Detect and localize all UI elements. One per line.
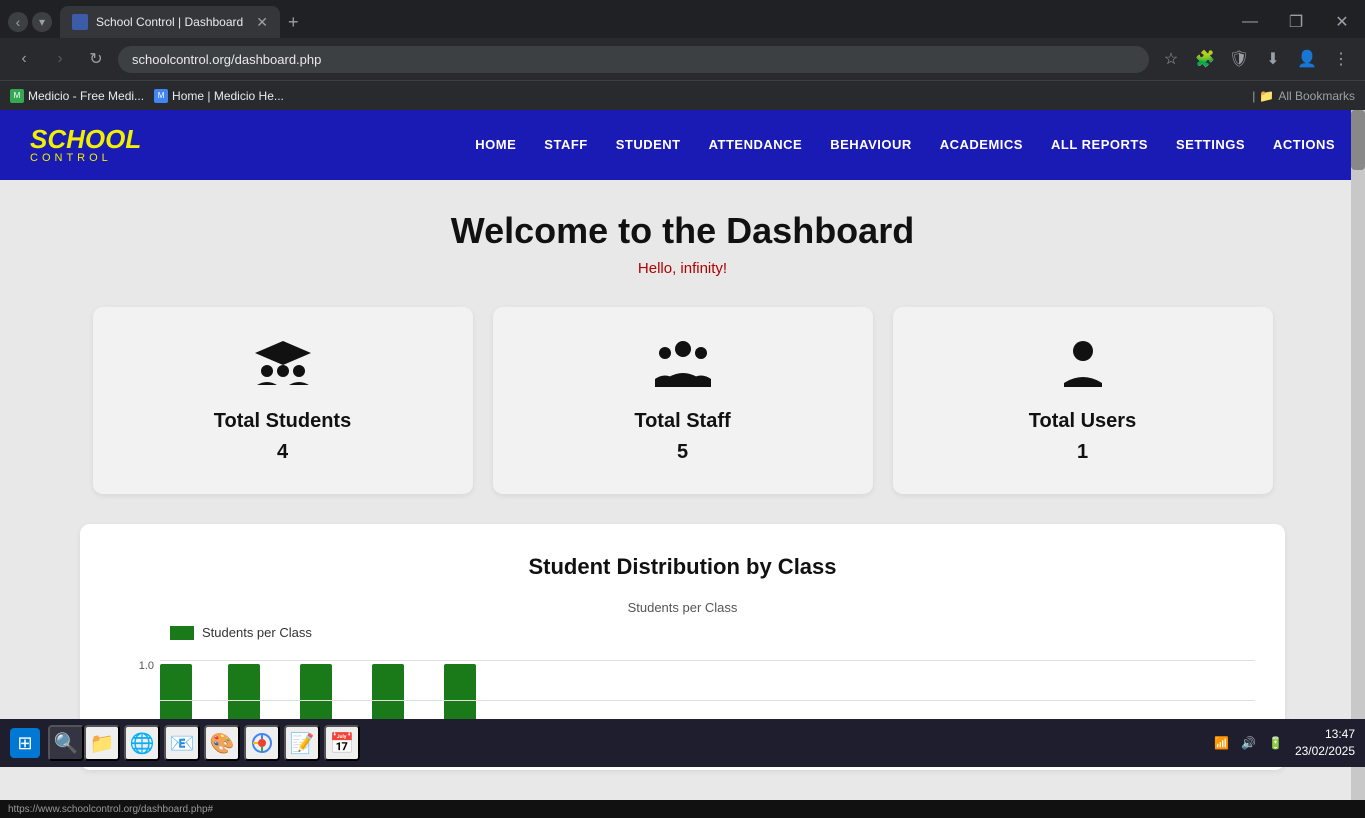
taskbar-chrome[interactable] bbox=[244, 725, 280, 761]
bookmark-2[interactable]: M Home | Medicio He... bbox=[154, 89, 284, 103]
chart-subtitle: Students per Class bbox=[110, 600, 1255, 615]
nav-links: HOME STAFF STUDENT ATTENDANCE BEHAVIOUR … bbox=[475, 136, 1335, 154]
staff-icon bbox=[653, 337, 713, 398]
nav-academics[interactable]: ACADEMICS bbox=[940, 137, 1023, 152]
bookmark-1-icon: M bbox=[10, 89, 24, 103]
bookmark-2-label: Home | Medicio He... bbox=[172, 89, 284, 103]
close-button[interactable]: ✕ bbox=[1319, 6, 1365, 38]
taskbar-mail[interactable]: 📧 bbox=[164, 725, 200, 761]
card-students[interactable]: Total Students 4 bbox=[93, 307, 473, 494]
wifi-icon: 📶 bbox=[1214, 736, 1229, 750]
staff-value: 5 bbox=[677, 441, 688, 464]
profile-icon[interactable]: 👤 bbox=[1293, 45, 1321, 73]
nav-actions[interactable]: ACTIONS bbox=[1273, 137, 1335, 152]
nav-student[interactable]: STUDENT bbox=[616, 137, 681, 152]
bookmark-1[interactable]: M Medicio - Free Medi... bbox=[10, 89, 144, 103]
nav-attendance[interactable]: ATTENDANCE bbox=[709, 137, 803, 152]
all-bookmarks-icon: 📁 bbox=[1259, 89, 1274, 103]
staff-label: Total Staff bbox=[634, 410, 730, 433]
scrollbar[interactable] bbox=[1351, 110, 1365, 800]
taskbar-calendar[interactable]: 📅 bbox=[324, 725, 360, 761]
status-url: https://www.schoolcontrol.org/dashboard.… bbox=[8, 804, 213, 815]
bookmark-1-label: Medicio - Free Medi... bbox=[28, 89, 144, 103]
dashboard-subtitle: Hello, infinity! bbox=[80, 260, 1285, 277]
legend-color bbox=[170, 626, 194, 640]
tab-close-button[interactable]: ✕ bbox=[256, 14, 268, 31]
main-content: Welcome to the Dashboard Hello, infinity… bbox=[0, 180, 1365, 800]
taskbar-paint[interactable]: 🎨 bbox=[204, 725, 240, 761]
chart-legend: Students per Class bbox=[170, 625, 1255, 640]
students-value: 4 bbox=[277, 441, 288, 464]
taskbar-date-display: 23/02/2025 bbox=[1295, 743, 1355, 760]
card-staff[interactable]: Total Staff 5 bbox=[493, 307, 873, 494]
forward-nav-button[interactable]: › bbox=[46, 45, 74, 73]
refresh-button[interactable]: ↻ bbox=[82, 45, 110, 73]
students-icon bbox=[253, 337, 313, 398]
scroll-thumb[interactable] bbox=[1351, 110, 1365, 170]
site-nav: SCHOOL CONTROL HOME STAFF STUDENT ATTEND… bbox=[0, 110, 1365, 180]
active-tab[interactable]: School Control | Dashboard ✕ bbox=[60, 6, 280, 38]
taskbar-vscode[interactable]: 📝 bbox=[284, 725, 320, 761]
minimize-button[interactable]: — bbox=[1227, 6, 1273, 38]
tab-favicon bbox=[72, 14, 88, 30]
maximize-button[interactable]: ❐ bbox=[1273, 6, 1319, 38]
taskbar-edge[interactable]: 🌐 bbox=[124, 725, 160, 761]
taskbar: ⊞ 🔍 📁 🌐 📧 🎨 📝 📅 📶 🔊 🔋 bbox=[0, 719, 1365, 767]
start-button[interactable]: ⊞ bbox=[10, 728, 40, 758]
tab-title: School Control | Dashboard bbox=[96, 15, 248, 29]
shield-icon[interactable]: 🛡 bbox=[1225, 45, 1253, 73]
taskbar-right: 📶 🔊 🔋 13:47 23/02/2025 bbox=[1214, 726, 1355, 760]
nav-home[interactable]: HOME bbox=[475, 137, 516, 152]
volume-icon: 🔊 bbox=[1241, 736, 1256, 750]
taskbar-icons: 📁 🌐 📧 🎨 📝 📅 bbox=[84, 725, 360, 761]
download-icon[interactable]: ⬇ bbox=[1259, 45, 1287, 73]
address-bar[interactable] bbox=[118, 46, 1149, 73]
battery-icon: 🔋 bbox=[1268, 736, 1283, 750]
all-bookmarks-label[interactable]: All Bookmarks bbox=[1278, 89, 1355, 103]
nav-all-reports[interactable]: ALL REPORTS bbox=[1051, 137, 1148, 152]
stats-row: Total Students 4 bbox=[80, 307, 1285, 494]
status-bar: https://www.schoolcontrol.org/dashboard.… bbox=[0, 800, 1365, 818]
users-icon bbox=[1058, 337, 1108, 398]
recent-tabs-button[interactable]: ▾ bbox=[32, 12, 52, 32]
bookmark-2-icon: M bbox=[154, 89, 168, 103]
legend-label: Students per Class bbox=[202, 625, 312, 640]
nav-behaviour[interactable]: BEHAVIOUR bbox=[830, 137, 912, 152]
card-users[interactable]: Total Users 1 bbox=[893, 307, 1273, 494]
back-nav-button[interactable]: ‹ bbox=[10, 45, 38, 73]
users-label: Total Users bbox=[1029, 410, 1136, 433]
extensions-icon[interactable]: 🧩 bbox=[1191, 45, 1219, 73]
bookmarks-separator: | bbox=[1252, 89, 1255, 103]
taskbar-search[interactable]: 🔍 bbox=[48, 725, 84, 761]
nav-settings[interactable]: SETTINGS bbox=[1176, 137, 1245, 152]
taskbar-time-display: 13:47 bbox=[1295, 726, 1355, 743]
back-button[interactable]: ‹ bbox=[8, 12, 28, 32]
y-label-top: 1.0 bbox=[110, 660, 154, 672]
logo[interactable]: SCHOOL CONTROL bbox=[30, 126, 141, 164]
taskbar-clock: 13:47 23/02/2025 bbox=[1295, 726, 1355, 760]
users-value: 1 bbox=[1077, 441, 1088, 464]
students-label: Total Students bbox=[214, 410, 351, 433]
nav-staff[interactable]: STAFF bbox=[544, 137, 587, 152]
dashboard-title: Welcome to the Dashboard bbox=[80, 210, 1285, 252]
logo-text-top: SCHOOL bbox=[30, 126, 141, 152]
taskbar-file-explorer[interactable]: 📁 bbox=[84, 725, 120, 761]
new-tab-button[interactable]: + bbox=[280, 6, 307, 38]
chart-title: Student Distribution by Class bbox=[110, 554, 1255, 580]
menu-icon[interactable]: ⋮ bbox=[1327, 45, 1355, 73]
star-icon[interactable]: ☆ bbox=[1157, 45, 1185, 73]
